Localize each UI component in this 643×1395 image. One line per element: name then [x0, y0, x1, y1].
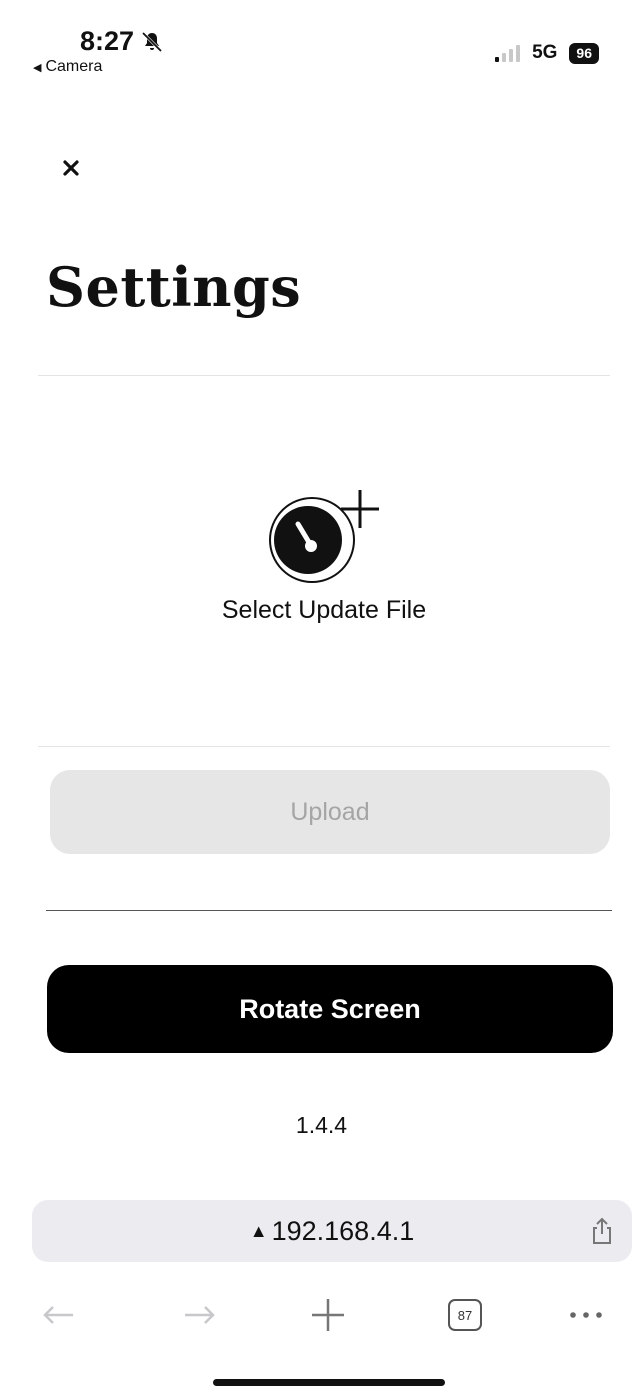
- time-text: 8:27: [80, 26, 135, 56]
- new-tab-button[interactable]: [306, 1285, 350, 1345]
- url-text: 192.168.4.1: [271, 1215, 415, 1246]
- back-triangle-icon: ◀: [33, 61, 42, 74]
- status-time: 8:27: [80, 26, 164, 57]
- forward-arrow-icon: [185, 1306, 215, 1324]
- section-divider: [46, 910, 612, 911]
- home-indicator: [213, 1379, 445, 1386]
- not-secure-warning-icon: ▲: [249, 1220, 268, 1241]
- battery-badge: 96: [569, 42, 599, 64]
- select-update-file-label: Select Update File: [221, 596, 427, 624]
- share-icon[interactable]: [590, 1216, 614, 1246]
- rotate-screen-button[interactable]: Rotate Screen: [47, 965, 613, 1053]
- version-text: 1.4.4: [295, 1112, 348, 1138]
- browser-toolbar: 87: [0, 1285, 643, 1355]
- more-menu-button[interactable]: [566, 1285, 606, 1345]
- upload-button[interactable]: Upload: [50, 770, 610, 854]
- select-update-file-area[interactable]: Select Update File: [38, 375, 610, 747]
- tab-count: 87: [448, 1299, 482, 1331]
- close-button[interactable]: [56, 153, 86, 183]
- page-title: Settings: [46, 255, 302, 319]
- address-bar[interactable]: ▲ 192.168.4.1: [32, 1200, 632, 1262]
- firmware-add-icon: [264, 484, 384, 584]
- close-icon: [63, 160, 79, 176]
- network-type: 5G: [532, 42, 558, 63]
- muted-bell-icon: [141, 31, 163, 52]
- plus-icon: [312, 1299, 344, 1331]
- more-icon: [570, 1312, 602, 1318]
- back-to-app-link[interactable]: ◀ Camera: [33, 58, 102, 76]
- back-arrow-icon: [43, 1306, 73, 1324]
- back-button[interactable]: [38, 1285, 78, 1345]
- signal-icon: [495, 44, 521, 62]
- tabs-button[interactable]: 87: [445, 1285, 485, 1345]
- forward-button[interactable]: [180, 1285, 220, 1345]
- back-app-label: Camera: [45, 58, 103, 75]
- status-indicators: 5G 96: [495, 42, 599, 64]
